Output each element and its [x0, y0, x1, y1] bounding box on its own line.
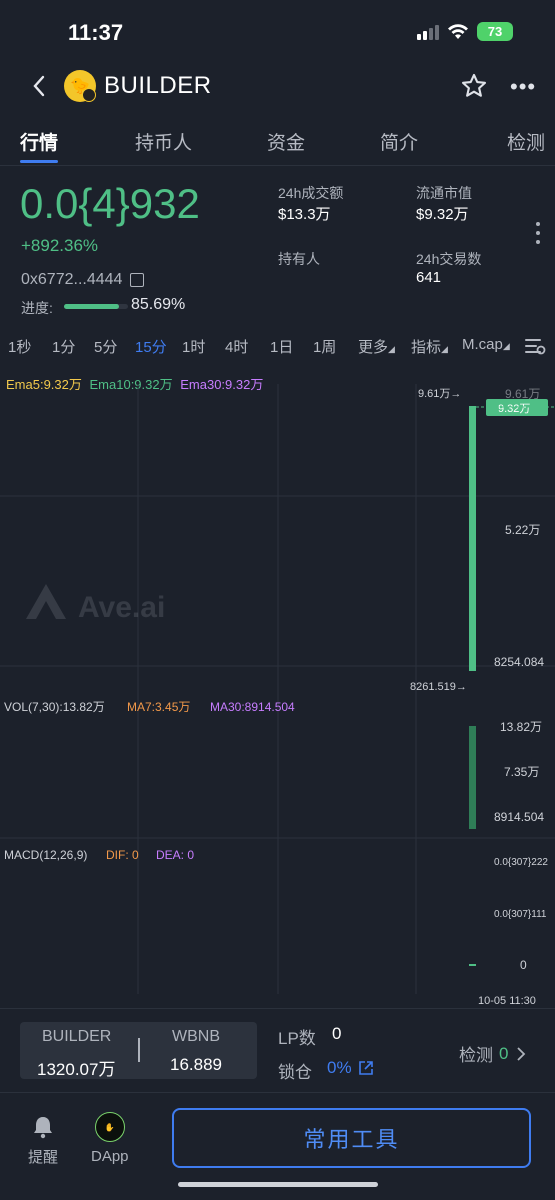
pair-reserves: BUILDER 1320.07万 WBNB 16.889 [20, 1022, 257, 1079]
macd-tick-high: 0.0{307}222 [494, 857, 548, 868]
indicator-menu[interactable]: 指标◢ [411, 336, 448, 357]
nav-alert[interactable]: 提醒 [28, 1114, 58, 1167]
interval-15m[interactable]: 15分 [135, 336, 167, 357]
tx-count-value: 641 [416, 269, 442, 286]
interval-1s[interactable]: 1秒 [8, 336, 31, 357]
price-candle [469, 406, 476, 671]
vol-tick-mid: 7.35万 [504, 765, 539, 779]
quote-token-label: WBNB [172, 1028, 220, 1045]
tab-holders[interactable]: 持币人 [135, 128, 192, 155]
bottom-divider [0, 1092, 555, 1093]
current-price-badge: 9.32万 [498, 403, 530, 415]
stats-more-icon[interactable] [536, 222, 540, 249]
mcap-label: 流通市值 [416, 185, 472, 201]
dropdown-icon: ◢ [441, 344, 448, 354]
status-time: 11:37 [68, 20, 124, 45]
tab-intro[interactable]: 简介 [380, 128, 418, 155]
price-tick-high: 9.61万 [505, 387, 540, 401]
four-dapp-icon: ✋ [94, 1112, 125, 1142]
interval-more[interactable]: 更多◢ [358, 336, 395, 357]
volume-bar [469, 726, 476, 829]
token-avatar: 🐤 [64, 70, 96, 102]
external-link-icon[interactable] [358, 1060, 374, 1076]
battery-icon: 73 [477, 22, 513, 41]
home-indicator [178, 1182, 378, 1187]
contract-address[interactable]: 0x6772...4444 [21, 271, 145, 289]
lock-label: 锁仓 [278, 1063, 312, 1082]
base-token-label: BUILDER [42, 1028, 112, 1045]
token-header: 🐤 BUILDER ••• [0, 62, 555, 110]
volume-value: $13.3万 [278, 206, 331, 223]
interval-4h[interactable]: 4时 [225, 336, 248, 357]
chart-divider [0, 1008, 555, 1009]
detect-link[interactable]: 检测 0 [459, 1041, 528, 1066]
tab-detect[interactable]: 检测 [507, 128, 545, 155]
interval-bar: 1秒 1分 5分 15分 1时 4时 1日 1周 更多◢ 指标◢ M.cap◢ [0, 334, 555, 358]
tab-market[interactable]: 行情 [20, 128, 58, 155]
price-tick-mid: 5.22万 [505, 523, 540, 537]
mcap-toggle[interactable]: M.cap◢ [462, 336, 510, 353]
status-icons: 73 [417, 22, 513, 41]
high-marker: 9.61万→ [418, 388, 461, 400]
base-token-amount: 1320.07万 [37, 1060, 116, 1079]
candlestick-chart[interactable]: Ave.ai 9.61万→ 8261.519→ 9.32万 9.61万 5.22… [0, 384, 555, 1004]
progress-fill [64, 304, 119, 309]
price-change: +892.36% [21, 236, 99, 255]
favorite-star-icon[interactable] [460, 72, 488, 100]
interval-1h[interactable]: 1时 [182, 336, 205, 357]
wifi-icon [448, 23, 468, 39]
volume-label: 24h成交额 [278, 185, 344, 201]
chain-badge-icon [82, 88, 96, 102]
watermark-text: Ave.ai [78, 591, 165, 624]
holders-label: 持有人 [278, 251, 320, 267]
price-tick-low: 8254.084 [494, 655, 544, 669]
low-marker: 8261.519→ [410, 681, 467, 693]
progress-bar [64, 304, 128, 309]
interval-1m[interactable]: 1分 [52, 336, 75, 357]
chart-settings-icon[interactable] [524, 336, 546, 356]
back-arrow-icon[interactable] [28, 72, 52, 100]
progress-label: 进度: [21, 300, 53, 316]
copy-icon[interactable] [130, 273, 145, 287]
lp-value: 0 [332, 1024, 342, 1043]
dropdown-icon: ◢ [502, 341, 510, 351]
vol-ma7: MA7:3.45万 [127, 700, 190, 714]
interval-5m[interactable]: 5分 [94, 336, 117, 357]
macd-label: MACD(12,26,9) [4, 848, 87, 862]
interval-1d[interactable]: 1日 [270, 336, 293, 357]
tx-count-label: 24h交易数 [416, 251, 482, 267]
vol-label: VOL(7,30):13.82万 [4, 700, 105, 714]
chevron-right-icon [517, 1046, 526, 1061]
bell-icon [34, 1117, 52, 1139]
pair-divider [138, 1038, 140, 1062]
active-tab-indicator [20, 160, 58, 163]
progress-value: 85.69% [131, 296, 186, 313]
time-axis-label: 10-05 11:30 [478, 995, 536, 1004]
token-price: 0.0{4}932 [20, 180, 200, 227]
macd-tick-mid: 0.0{307}111 [494, 909, 547, 920]
nav-dapp[interactable]: ✋ DApp [91, 1112, 129, 1165]
dropdown-icon: ◢ [388, 344, 395, 354]
vol-ma30: MA30:8914.504 [210, 700, 295, 714]
macd-dea: DEA: 0 [156, 848, 194, 862]
tab-bar: 行情 持币人 资金 简介 检测 [0, 122, 555, 166]
interval-1w[interactable]: 1周 [313, 336, 336, 357]
lock-value[interactable]: 0% [327, 1058, 374, 1078]
lp-label: LP数 [278, 1029, 316, 1048]
common-tools-button[interactable]: 常用工具 [172, 1108, 531, 1168]
macd-dif: DIF: 0 [106, 848, 139, 862]
vol-tick-high: 13.82万 [500, 720, 542, 734]
token-title: BUILDER [104, 72, 212, 99]
more-options-icon[interactable]: ••• [510, 74, 536, 100]
tab-funds[interactable]: 资金 [267, 128, 305, 155]
quote-token-amount: 16.889 [170, 1055, 222, 1074]
cellular-signal-icon [417, 24, 439, 40]
macd-tick-zero: 0 [520, 958, 527, 972]
watermark-logo: Ave.ai [26, 584, 165, 624]
mcap-value: $9.32万 [416, 206, 469, 223]
vol-tick-low: 8914.504 [494, 810, 544, 824]
